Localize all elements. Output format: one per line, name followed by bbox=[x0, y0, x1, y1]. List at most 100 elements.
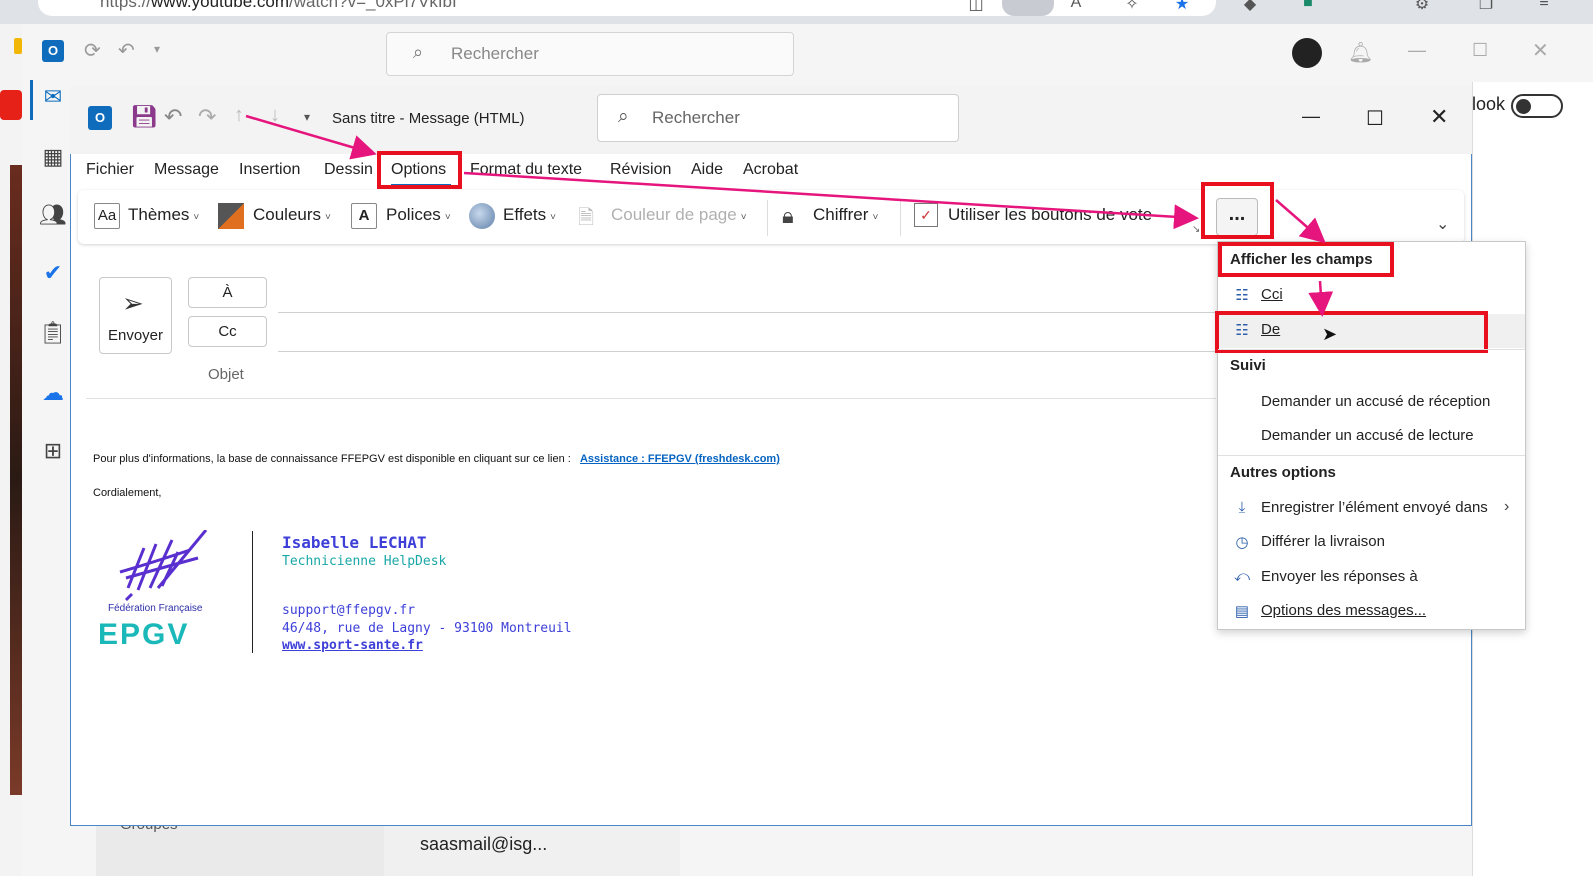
menu-item-message-options[interactable]: Options des messages... bbox=[1261, 602, 1426, 619]
settings-gear-icon[interactable]: ⚙ bbox=[1412, 0, 1432, 14]
signature-role: Technicienne HelpDesk bbox=[282, 554, 447, 569]
split-screen-icon[interactable]: ◫ bbox=[966, 0, 986, 14]
themes-button[interactable]: Thèmes ˅ bbox=[128, 205, 199, 225]
tab-dessin[interactable]: Dessin bbox=[324, 161, 373, 179]
app-icon[interactable]: ■ bbox=[1298, 0, 1318, 14]
logo-epgv-text: EPGV bbox=[98, 618, 190, 651]
active-indicator bbox=[30, 80, 33, 120]
onedrive-icon[interactable]: ☁ bbox=[36, 376, 70, 410]
dialog-launcher-icon[interactable]: ↘ bbox=[1192, 224, 1200, 235]
tasks-icon[interactable]: 📋︎ bbox=[36, 316, 70, 350]
maximize-icon[interactable]: ☐ bbox=[1366, 106, 1384, 131]
ribbon-separator bbox=[767, 200, 768, 236]
outlook-logo-icon: O bbox=[88, 106, 112, 130]
people-icon[interactable]: 👥︎ bbox=[36, 198, 70, 232]
voting-buttons[interactable]: Utiliser les boutons de vote bbox=[948, 205, 1152, 225]
lock-icon: 🔒︎ bbox=[782, 203, 794, 228]
close-icon[interactable]: ✕ bbox=[1430, 104, 1448, 130]
save-icon[interactable]: 💾︎ bbox=[130, 104, 158, 130]
menu-item-read-receipt[interactable]: Demander un accusé de lecture bbox=[1261, 427, 1474, 444]
minimize-icon[interactable]: — bbox=[1302, 106, 1320, 127]
new-outlook-toggle[interactable] bbox=[1511, 94, 1563, 118]
ribbon-collapse-chevron-icon[interactable]: ⌄ bbox=[1436, 214, 1449, 234]
new-outlook-label: look bbox=[1472, 94, 1506, 114]
to-field[interactable] bbox=[278, 312, 1218, 313]
search-placeholder: Rechercher bbox=[451, 44, 539, 63]
signature-website[interactable]: www.sport-sante.fr bbox=[282, 638, 423, 653]
send-icon: ➢ bbox=[122, 288, 144, 318]
tab-fichier[interactable]: Fichier bbox=[86, 161, 134, 179]
tab-revision[interactable]: Révision bbox=[610, 161, 671, 179]
menu-item-direct-replies[interactable]: Envoyer les réponses à bbox=[1261, 568, 1418, 585]
redo-icon[interactable]: ↷ bbox=[198, 104, 216, 130]
todo-icon[interactable]: ✔ bbox=[36, 256, 70, 290]
menu-item-save-sent[interactable]: Enregistrer l’élément envoyé dans bbox=[1261, 499, 1488, 516]
browser-toolbar: https://www.youtube.com/watch?v=_0xPi7Vk… bbox=[0, 0, 1593, 24]
page-color-button[interactable]: Couleur de page ˅ bbox=[611, 205, 747, 225]
outlook-logo-icon: O bbox=[42, 40, 64, 62]
undo-icon[interactable]: ↶ bbox=[164, 104, 182, 130]
close-icon[interactable]: ✕ bbox=[1532, 38, 1549, 63]
down-arrow-icon[interactable]: ↓ bbox=[270, 104, 280, 127]
sync-icon[interactable]: ⟳ bbox=[84, 38, 101, 63]
compose-search-box[interactable]: ⌕ Rechercher bbox=[597, 94, 959, 142]
colors-icon bbox=[218, 203, 244, 229]
de-highlight-box bbox=[1215, 311, 1488, 353]
cc-field[interactable] bbox=[278, 351, 1218, 352]
outlook-search-box[interactable]: ⌕ Rechercher bbox=[386, 32, 794, 76]
collections-icon[interactable]: ❐ bbox=[1476, 0, 1496, 14]
favorite-star-icon[interactable]: ★ bbox=[1172, 0, 1192, 14]
menu-separator bbox=[1218, 455, 1525, 456]
mail-icon[interactable]: ✉ bbox=[36, 80, 70, 114]
subject-label: Objet bbox=[208, 366, 244, 383]
signature-email[interactable]: support@ffepgv.fr bbox=[282, 603, 415, 618]
menu-item-cci[interactable]: Cci bbox=[1261, 286, 1283, 303]
menu-item-delay-delivery[interactable]: Différer la livraison bbox=[1261, 533, 1385, 550]
message-sender[interactable]: saasmail@isg... bbox=[420, 834, 547, 855]
search-icon: ⌕ bbox=[413, 42, 424, 62]
up-arrow-icon[interactable]: ↑ bbox=[234, 104, 244, 127]
themes-icon: Aa bbox=[94, 203, 120, 229]
tab-aide[interactable]: Aide bbox=[691, 161, 723, 179]
read-aloud-icon[interactable]: A bbox=[1066, 0, 1086, 14]
to-button[interactable]: À bbox=[188, 277, 267, 308]
extension-icon[interactable]: ◆ bbox=[1240, 0, 1260, 14]
quick-access-chevron-icon[interactable]: ▾ bbox=[154, 42, 160, 56]
ribbon-separator bbox=[900, 200, 901, 236]
zoom-icon[interactable] bbox=[1002, 0, 1054, 16]
extensions-icon[interactable]: ✧ bbox=[1122, 0, 1142, 14]
epgv-logo: Fédération Française EPGV bbox=[98, 529, 224, 654]
fonts-button[interactable]: Polices ˅ bbox=[386, 205, 451, 225]
section-autres-options: Autres options bbox=[1230, 464, 1336, 481]
signature-name: Isabelle LECHAT bbox=[282, 533, 427, 552]
calendar-icon[interactable]: ▦ bbox=[36, 140, 70, 174]
maximize-icon[interactable]: ☐ bbox=[1472, 40, 1488, 61]
undo-icon[interactable]: ↶ bbox=[118, 38, 135, 63]
cc-button[interactable]: Cc bbox=[188, 316, 267, 347]
bcc-field-icon: ☷ bbox=[1235, 287, 1249, 304]
save-sent-icon: ⤓ bbox=[1238, 499, 1246, 516]
search-placeholder: Rechercher bbox=[652, 108, 740, 127]
search-icon: ⌕ bbox=[618, 106, 629, 127]
section-suivi: Suivi bbox=[1230, 357, 1266, 374]
tab-acrobat[interactable]: Acrobat bbox=[743, 161, 798, 179]
assistance-link[interactable]: Assistance : FFEPGV (freshdesk.com) bbox=[580, 453, 780, 465]
delay-delivery-icon: ◷ bbox=[1235, 534, 1249, 551]
send-button[interactable]: ➢ Envoyer bbox=[99, 277, 172, 354]
apps-icon[interactable]: ⊞ bbox=[36, 434, 70, 468]
bell-icon[interactable]: 🔔︎ bbox=[1348, 40, 1373, 65]
avatar[interactable] bbox=[1292, 38, 1322, 68]
minimize-icon[interactable]: — bbox=[1408, 40, 1426, 61]
menu-item-delivery-receipt[interactable]: Demander un accusé de réception bbox=[1261, 393, 1490, 410]
colors-button[interactable]: Couleurs ˅ bbox=[253, 205, 331, 225]
tab-format-texte[interactable]: Format du texte bbox=[470, 161, 582, 179]
quick-access-chevron-icon[interactable]: ▾ bbox=[304, 110, 310, 124]
menu-icon[interactable]: ≡ bbox=[1534, 0, 1554, 14]
encrypt-button[interactable]: Chiffrer ˅ bbox=[813, 205, 878, 225]
send-label: Envoyer bbox=[107, 327, 164, 344]
more-highlight-box bbox=[1201, 182, 1274, 239]
tab-message[interactable]: Message bbox=[154, 161, 219, 179]
tab-insertion[interactable]: Insertion bbox=[239, 161, 300, 179]
effects-button[interactable]: Effets ˅ bbox=[503, 205, 556, 225]
youtube-logo-fragment bbox=[0, 90, 22, 120]
